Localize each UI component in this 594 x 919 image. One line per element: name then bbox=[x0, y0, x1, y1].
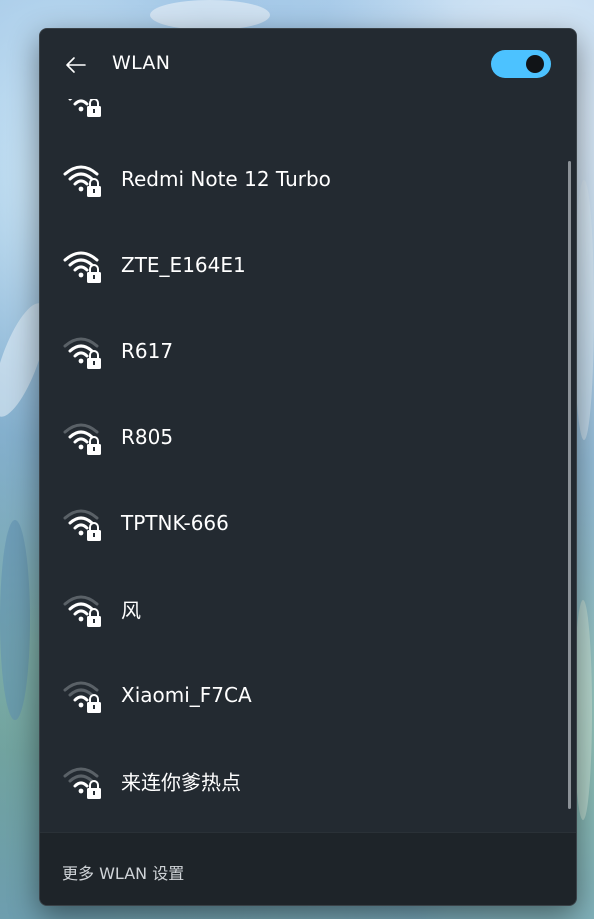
network-item[interactable]: R805 bbox=[46, 395, 554, 479]
network-item[interactable]: Xiaomi_F7CA bbox=[46, 653, 554, 737]
network-name: TPTNK-666 bbox=[121, 511, 229, 535]
wifi-secured-icon bbox=[63, 595, 101, 627]
wifi-secured-icon bbox=[63, 165, 101, 197]
toggle-knob bbox=[526, 55, 544, 73]
network-item[interactable]: 风 bbox=[46, 567, 554, 651]
network-item[interactable]: TPTNK-666 bbox=[46, 481, 554, 565]
wifi-secured-icon bbox=[63, 509, 101, 541]
network-name: Redmi Note 12 Turbo bbox=[121, 167, 331, 191]
network-name: R617 bbox=[121, 339, 174, 363]
network-name: 来连你爹热点 bbox=[121, 770, 241, 795]
wifi-secured-icon bbox=[63, 681, 101, 713]
network-name: ZTE_E164E1 bbox=[121, 253, 246, 277]
network-item[interactable]: R617 bbox=[46, 309, 554, 393]
wifi-secured-icon bbox=[63, 423, 101, 455]
network-name: R805 bbox=[121, 425, 174, 449]
wifi-secured-icon bbox=[63, 767, 101, 799]
arrow-left-icon bbox=[66, 57, 86, 73]
wifi-secured-icon bbox=[63, 337, 101, 369]
network-item[interactable]: Redmi Note 12 Turbo bbox=[46, 137, 554, 221]
network-name: Xiaomi_F7CA bbox=[121, 683, 252, 707]
more-wlan-settings-link[interactable]: 更多 WLAN 设置 bbox=[62, 860, 184, 884]
wlan-flyout-panel: Redmi Note 12 Turbo ZTE_E164E1 R617 R805… bbox=[39, 28, 577, 906]
network-list: Redmi Note 12 Turbo ZTE_E164E1 R617 R805… bbox=[40, 29, 560, 834]
wlan-toggle[interactable] bbox=[491, 50, 551, 78]
scrollbar[interactable] bbox=[568, 161, 571, 809]
network-name: 风 bbox=[121, 598, 141, 623]
network-item[interactable]: 来连你爹热点 bbox=[46, 739, 554, 823]
back-button[interactable] bbox=[62, 51, 90, 79]
wifi-secured-icon bbox=[63, 251, 101, 283]
page-title: WLAN bbox=[112, 52, 171, 74]
network-item[interactable]: ZTE_E164E1 bbox=[46, 223, 554, 307]
flyout-header: WLAN bbox=[40, 29, 576, 99]
flyout-footer: 更多 WLAN 设置 bbox=[40, 832, 576, 905]
